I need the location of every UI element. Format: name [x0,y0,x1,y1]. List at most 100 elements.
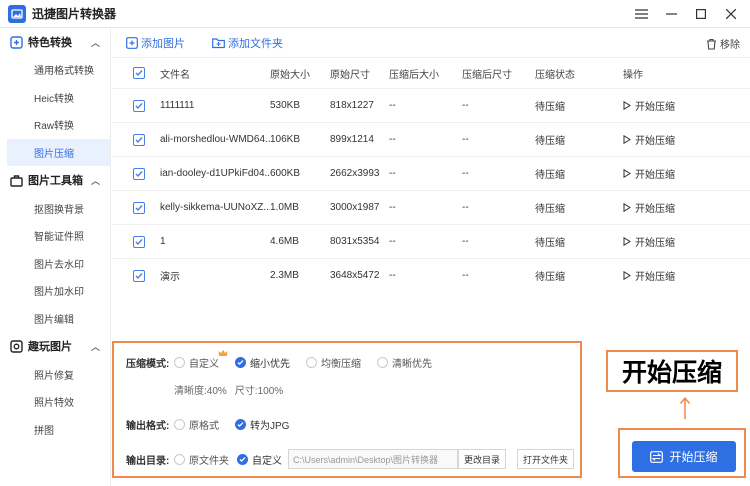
sidebar-item-raw[interactable]: Raw转换 [0,111,110,139]
chevron-up-icon: ︿ [90,37,100,48]
app-title: 迅捷图片转换器 [32,7,117,21]
file-name: kelly-sikkema-UUNoXZ... [160,202,270,213]
radio[interactable] [174,419,185,430]
format-option-jpg[interactable]: 转为JPG [235,417,289,432]
radio-checked[interactable] [237,453,248,465]
remove-button[interactable]: 移除 [706,36,740,51]
comp-dim: -- [462,134,469,145]
mode-option-custom[interactable]: 自定义 [174,349,228,370]
sidebar-group-toolbox[interactable]: 图片工具箱 ︿ [0,166,110,194]
table-row[interactable]: ian-dooley-d1UPkiFd04... 600KB 2662x3993… [112,156,750,190]
size-info: 尺寸:100% [234,386,284,397]
minimize-icon[interactable] [656,0,686,28]
table-header: 文件名 原始大小 原始尺寸 压缩后大小 压缩后尺寸 压缩状态 操作 [112,58,750,88]
status: 待压缩 [535,170,565,181]
dir-option-custom[interactable]: 自定义 [237,452,282,467]
annotation-callout: 开始压缩 [606,350,738,392]
compression-settings-panel: 压缩模式: 自定义 缩小优先 均衡压缩 清晰优先 清晰度:40% 尺寸:100%… [112,341,582,478]
table-row[interactable]: 1111111 530KB 818x1227 -- -- 待压缩 开始压缩 [112,88,750,122]
sidebar-item-add-watermark[interactable]: 图片加水印 [0,277,110,305]
mode-row: 压缩模式: 自定义 缩小优先 均衡压缩 清晰优先 [126,349,448,370]
row-start-button[interactable]: 开始压缩 [623,132,723,147]
mode-option-smaller[interactable]: 缩小优先 [235,355,290,370]
file-name: 演示 [160,272,180,283]
close-icon[interactable] [716,0,746,28]
sidebar-item-id-photo[interactable]: 智能证件照 [0,222,110,250]
radio[interactable] [174,453,185,465]
format-option-original[interactable]: 原格式 [174,417,219,432]
play-icon [623,203,631,212]
add-image-icon [126,36,138,49]
row-checkbox[interactable] [133,133,145,146]
sidebar-item-remove-watermark[interactable]: 图片去水印 [0,250,110,278]
row-checkbox[interactable] [133,99,145,112]
radio[interactable] [377,357,388,368]
row-start-button[interactable]: 开始压缩 [623,200,723,215]
add-image-button[interactable]: 添加图片 [126,35,185,51]
sidebar-item-heic[interactable]: Heic转换 [0,84,110,112]
row-checkbox[interactable] [133,269,145,282]
radio-checked[interactable] [235,357,246,368]
file-table: 文件名 原始大小 原始尺寸 压缩后大小 压缩后尺寸 压缩状态 操作 111111… [112,58,750,292]
menu-icon[interactable] [626,0,656,28]
radio[interactable] [174,357,185,368]
play-icon [623,169,631,178]
row-checkbox[interactable] [133,201,145,214]
mode-detail-row: 清晰度:40% 尺寸:100% [174,382,283,397]
open-folder-button[interactable]: 打开文件夹 [517,449,575,469]
title-bar: 迅捷图片转换器 [0,0,750,28]
add-folder-button[interactable]: 添加文件夹 [212,35,283,51]
vip-crown-icon [218,349,228,361]
table-row[interactable]: 演示 2.3MB 3648x5472 -- -- 待压缩 开始压缩 [112,258,750,292]
row-start-button[interactable]: 开始压缩 [623,268,723,283]
start-compress-button[interactable]: 开始压缩 [632,441,736,472]
comp-size: -- [389,202,396,213]
comp-dim: -- [462,236,469,247]
sidebar-item-photo-effects[interactable]: 照片特效 [0,388,110,416]
sidebar-group-featured[interactable]: 特色转换 ︿ [0,28,110,56]
dir-label: 输出目录: [126,455,170,467]
orig-dim: 8031x5354 [330,236,380,247]
play-icon [623,237,631,246]
file-name: 1 [160,236,166,247]
sidebar-item-format-convert[interactable]: 通用格式转换 [0,56,110,84]
dir-row: 输出目录: 原文件夹 自定义 C:\Users\admin\Desktop\图片… [126,449,575,469]
table-row[interactable]: 1 4.6MB 8031x5354 -- -- 待压缩 开始压缩 [112,224,750,258]
col-header-orig-size[interactable]: 原始大小 [270,66,330,81]
sidebar-item-cutout[interactable]: 抠图换背景 [0,194,110,222]
file-name: 1111111 [160,100,195,111]
col-header-status[interactable]: 压缩状态 [535,66,623,81]
col-header-filename[interactable]: 文件名 [160,66,270,81]
radio-checked[interactable] [235,419,246,430]
sidebar-item-collage[interactable]: 拼图 [0,416,110,444]
orig-dim: 3000x1987 [330,202,380,213]
table-row[interactable]: kelly-sikkema-UUNoXZ... 1.0MB 3000x1987 … [112,190,750,224]
maximize-icon[interactable] [686,0,716,28]
sidebar-item-compress[interactable]: 图片压缩 [7,138,110,167]
comp-size: -- [389,236,396,247]
row-checkbox[interactable] [133,167,145,180]
mode-option-balanced[interactable]: 均衡压缩 [306,355,361,370]
row-start-button[interactable]: 开始压缩 [623,166,723,181]
comp-dim: -- [462,168,469,179]
row-start-button[interactable]: 开始压缩 [623,234,723,249]
file-name: ali-morshedlou-WMD64... [160,134,270,145]
play-icon [623,101,631,110]
status: 待压缩 [535,272,565,283]
col-header-orig-dim[interactable]: 原始尺寸 [330,66,389,81]
row-start-button[interactable]: 开始压缩 [623,98,723,113]
sidebar-item-photo-repair[interactable]: 照片修复 [0,360,110,388]
change-dir-button[interactable]: 更改目录 [458,449,507,469]
mode-option-clarity[interactable]: 清晰优先 [377,355,432,370]
dir-option-source[interactable]: 原文件夹 [174,452,229,467]
sidebar-group-fun[interactable]: 趣玩图片 ︿ [0,332,110,360]
radio[interactable] [306,357,317,368]
col-header-comp-dim[interactable]: 压缩后尺寸 [462,66,535,81]
col-header-comp-size[interactable]: 压缩后大小 [389,66,462,81]
mode-label: 压缩模式: [126,359,170,370]
select-all-checkbox[interactable] [133,67,145,79]
output-path-field[interactable]: C:\Users\admin\Desktop\图片转换器 [288,449,458,469]
sidebar-item-edit[interactable]: 图片编辑 [0,305,110,333]
row-checkbox[interactable] [133,235,145,248]
table-row[interactable]: ali-morshedlou-WMD64... 106KB 899x1214 -… [112,122,750,156]
